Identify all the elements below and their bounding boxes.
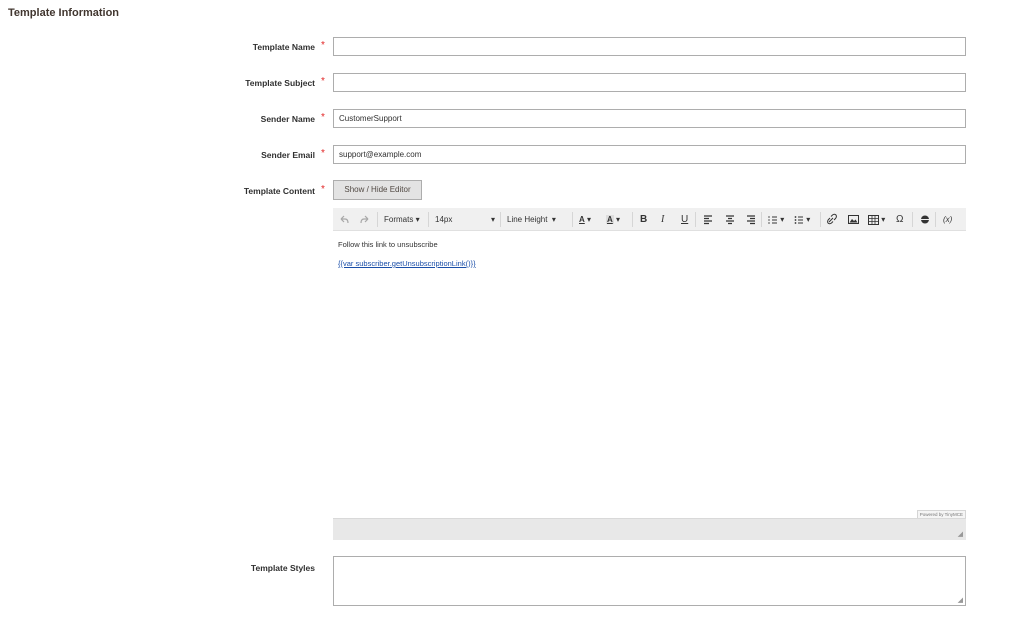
template-content-label: Template Content [243, 186, 315, 196]
italic-button[interactable]: I [661, 208, 664, 231]
template-subject-input[interactable] [333, 73, 966, 92]
font-size-dropdown[interactable]: 14px ▾ [435, 208, 495, 231]
editor-statusbar: ◢ [333, 518, 966, 540]
sender-name-label: Sender Name [260, 114, 315, 124]
section-title: Template Information [8, 7, 120, 19]
redo-icon[interactable] [360, 208, 370, 231]
required-marker: * [321, 112, 325, 123]
sender-name-input[interactable]: CustomerSupport [333, 109, 966, 128]
resize-handle-icon[interactable]: ◢ [958, 596, 963, 604]
required-marker: * [321, 40, 325, 51]
formats-dropdown[interactable]: Formats ▾ [384, 208, 420, 231]
align-right-icon[interactable] [746, 208, 756, 231]
show-hide-editor-button[interactable]: Show / Hide Editor [333, 180, 422, 200]
line-height-dropdown[interactable]: Line Height ▾ [507, 208, 556, 231]
chevron-down-icon: ▾ [490, 215, 495, 224]
text-color-icon: A [579, 215, 585, 224]
align-left-icon[interactable] [703, 208, 713, 231]
formats-label: Formats [384, 215, 414, 224]
undo-icon[interactable] [339, 208, 349, 231]
template-styles-label: Template Styles [250, 563, 315, 573]
numbered-list-icon[interactable]: ▾ [768, 208, 784, 231]
required-marker: * [321, 184, 325, 195]
text-color-button[interactable]: A ▾ [579, 208, 591, 231]
font-size-value: 14px [435, 215, 453, 224]
resize-handle-icon[interactable]: ◢ [958, 530, 963, 538]
required-marker: * [321, 148, 325, 159]
sender-email-input[interactable]: support@example.com [333, 145, 966, 164]
special-character-button[interactable]: Ω [896, 208, 903, 231]
required-marker: * [321, 76, 325, 87]
insert-widget-icon[interactable] [920, 208, 930, 231]
content-paragraph: Follow this link to unsubscribe [338, 240, 438, 249]
editor-content-area[interactable]: Follow this link to unsubscribe {{var su… [333, 231, 966, 518]
image-icon[interactable] [848, 208, 859, 231]
table-icon[interactable]: ▾ [868, 208, 885, 231]
underline-button[interactable]: U [681, 208, 688, 231]
align-center-icon[interactable] [725, 208, 735, 231]
bold-button[interactable]: B [640, 208, 647, 231]
background-color-button[interactable]: A ▾ [606, 208, 620, 231]
template-subject-label: Template Subject [245, 78, 315, 88]
link-icon[interactable] [827, 208, 837, 231]
template-name-input[interactable] [333, 37, 966, 56]
line-height-label: Line Height [507, 215, 548, 224]
bullet-list-icon[interactable]: ▾ [794, 208, 810, 231]
unsubscribe-variable-link[interactable]: {{var subscriber.getUnsubscriptionLink()… [338, 259, 476, 268]
wysiwyg-editor: Formats ▾ 14px ▾ Line Height ▾ A ▾ A ▾ B … [333, 208, 966, 540]
editor-toolbar: Formats ▾ 14px ▾ Line Height ▾ A ▾ A ▾ B … [333, 208, 966, 231]
background-color-icon: A [606, 215, 614, 224]
template-styles-textarea[interactable]: ◢ [333, 556, 966, 606]
sender-email-label: Sender Email [261, 150, 315, 160]
template-name-label: Template Name [252, 42, 315, 52]
insert-variable-button[interactable]: (x) [943, 208, 952, 231]
